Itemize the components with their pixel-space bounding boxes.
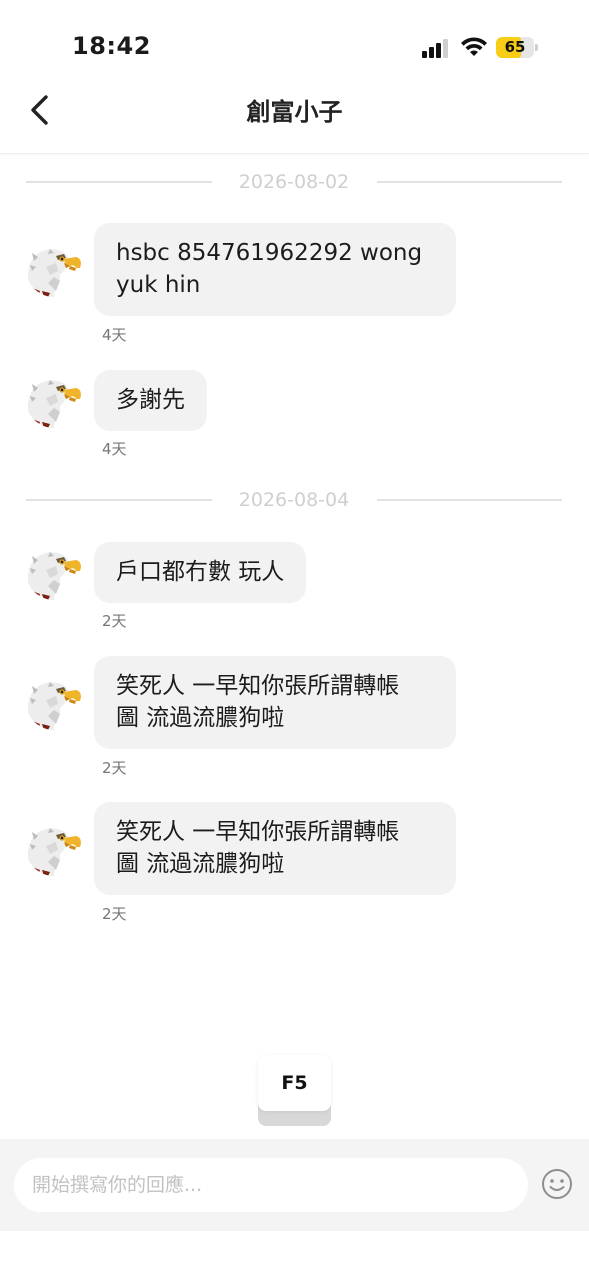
message-text-line: hsbc 854761962292 wong [116, 240, 423, 266]
message-bubble[interactable]: 多謝先 [94, 370, 207, 431]
eagle-avatar[interactable] [26, 674, 82, 730]
message-age: 2天 [102, 612, 127, 630]
message-bubble[interactable]: 戶口都冇數 玩人 [94, 542, 307, 603]
message-age: 2天 [102, 759, 127, 777]
eagle-avatar[interactable] [26, 241, 82, 297]
date-label: 2026-08-02 [238, 171, 350, 193]
message-text-line: 笑死人 一早知你張所謂轉帳 [116, 673, 400, 699]
smiley-icon[interactable] [541, 1168, 573, 1200]
message-bubble[interactable]: 笑死人 一早知你張所謂轉帳 圖 流過流膿狗啦 [94, 802, 456, 895]
status-bar: 18:42 65 [0, 0, 589, 92]
message-text-line: 圖 流過流膿狗啦 [116, 705, 285, 731]
battery-percent: 65 [504, 38, 526, 56]
message-item: 戶口都冇數 玩人 2天 [26, 542, 466, 632]
message-item: hsbc 854761962292 wong yuk hin 4天 [26, 223, 466, 344]
chat-title: 創富小子 [246, 98, 343, 126]
message-age: 4天 [102, 440, 127, 458]
date-divider: 2026-08-04 [26, 488, 562, 512]
eagle-avatar[interactable] [26, 820, 82, 876]
message-text-line: yuk hin [116, 272, 201, 298]
chat-header: 創富小子 [0, 80, 589, 154]
eagle-avatar[interactable] [26, 544, 82, 600]
message-text: 多謝先 [116, 387, 185, 413]
message-bubble[interactable]: hsbc 854761962292 wong yuk hin [94, 223, 456, 316]
message-text: 戶口都冇數 玩人 [116, 559, 285, 585]
cell-signal-icon [422, 38, 452, 58]
message-item: 笑死人 一早知你張所謂轉帳 圖 流過流膿狗啦 2天 [26, 802, 466, 923]
battery-indicator: 65 [496, 37, 538, 58]
message-item: 多謝先 4天 [26, 370, 466, 460]
f5-key-button[interactable]: F5 [258, 1055, 331, 1126]
composer-bar [0, 1139, 589, 1231]
date-divider: 2026-08-02 [26, 170, 562, 194]
date-label: 2026-08-04 [238, 489, 350, 511]
message-text-line: 笑死人 一早知你張所謂轉帳 [116, 819, 400, 845]
message-age: 4天 [102, 326, 127, 344]
message-bubble[interactable]: 笑死人 一早知你張所謂轉帳 圖 流過流膿狗啦 [94, 656, 456, 749]
reply-input[interactable] [14, 1158, 528, 1212]
status-time: 18:42 [72, 32, 151, 60]
eagle-avatar[interactable] [26, 372, 82, 428]
f5-key-label: F5 [258, 1055, 331, 1111]
wifi-icon [461, 37, 487, 56]
message-item: 笑死人 一早知你張所謂轉帳 圖 流過流膿狗啦 2天 [26, 656, 466, 777]
chat-screen: 18:42 65 創富小子 2026-08-02 hsbc 8547619622… [0, 0, 589, 1280]
message-age: 2天 [102, 905, 127, 923]
message-text-line: 圖 流過流膿狗啦 [116, 851, 285, 877]
